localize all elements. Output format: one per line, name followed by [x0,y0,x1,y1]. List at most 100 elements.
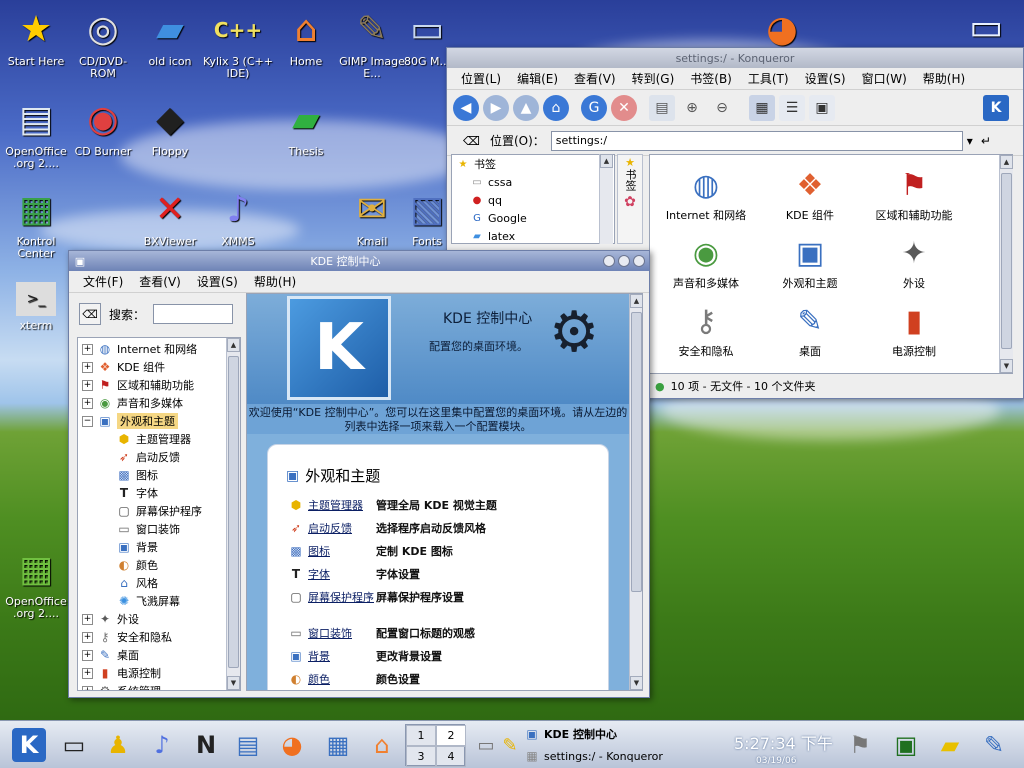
grid-item-regional[interactable]: ⚑ 区域和辅助功能 [858,165,970,222]
desktop-icon-floppy[interactable]: ◆ Floppy [134,98,206,158]
task-konqueror[interactable]: ▦ settings:/ - Konqueror [524,747,663,765]
scroll-thumb[interactable] [228,356,239,668]
tree-item-security[interactable]: + ⚷ 安全和隐私 [82,628,240,646]
bookmark-qq[interactable]: ● qq [452,191,614,209]
task-kcc[interactable]: ▣ KDE 控制中心 [524,725,617,743]
clear-search-icon[interactable]: ⌫ [79,303,101,325]
grid-item-peripherals[interactable]: ✦ 外设 [858,233,970,290]
desktop-icon-old-icon[interactable]: ▰ old icon [134,8,206,68]
scroll-down-icon[interactable]: ▼ [630,676,642,690]
print-icon[interactable]: ▤ [649,94,675,121]
kde-menu-button[interactable]: K [12,728,46,762]
grid-item-power[interactable]: ▮ 电源控制 [858,301,970,358]
grid-item-appearance[interactable]: ▣ 外观和主题 [754,233,866,290]
desktop-icon-openoffice-writer[interactable]: ▤ OpenOffice .org 2.... [0,98,72,170]
zoom-out-icon[interactable]: ⊖ [709,95,735,121]
preview-icon[interactable]: ▣ [809,94,835,121]
home-icon[interactable]: ⌂ [364,727,400,763]
bookmarks-header[interactable]: ★ 书签 [452,155,614,173]
module-link-colors[interactable]: 颜色 [308,671,376,687]
clear-location-icon[interactable]: ⌫ [463,134,480,148]
editor-launcher-icon[interactable]: ▤ [230,727,266,763]
tree-scrollbar[interactable]: ▲ ▼ [226,338,240,690]
tree-item-internet[interactable]: + ◍ Internet 和网络 [82,340,240,358]
up-icon[interactable]: ▲ [513,94,539,121]
module-link-background[interactable]: 背景 [308,648,376,664]
scroll-down-icon[interactable]: ▼ [1000,359,1013,373]
tree-item-splash[interactable]: ✺ 飞溅屏幕 [82,592,240,610]
desktop-icon-kylix[interactable]: C++ Kylix 3 (C++ IDE) [202,8,274,80]
kcc-window[interactable]: ▣ KDE 控制中心 文件(F) 查看(V) 设置(S) 帮助(H) ⌫ 搜索：… [68,250,650,698]
bookmarks-scrollbar[interactable]: ▲ [599,154,613,244]
terminal-launcher-icon[interactable]: ▭ [56,727,92,763]
home-button-icon[interactable]: ⌂ [543,94,569,121]
minimize-button[interactable] [603,255,615,267]
konq-menu-tools[interactable]: 工具(T) [740,70,797,87]
maximize-button[interactable] [618,255,630,267]
tray-app-icon[interactable]: ⚑ [842,727,878,763]
tree-item-background[interactable]: ▣ 背景 [82,538,240,556]
desktop-icon-home[interactable]: ⌂ Home [270,8,342,68]
control-center-launcher-icon[interactable]: ▦ [320,727,356,763]
pager-desktop-3[interactable]: 3 [406,746,436,767]
scroll-up-icon[interactable]: ▲ [630,294,642,308]
scroll-thumb[interactable] [631,312,642,592]
qq-launcher-icon[interactable]: ♟ [100,727,136,763]
tree-item-power[interactable]: + ▮ 电源控制 [82,664,240,682]
clock-time[interactable]: 5:27:34 下午 [734,730,833,754]
tree-item-window-decorations[interactable]: ▭ 窗口装饰 [82,520,240,538]
desktop-icon-start-here[interactable]: ★ Start Here [0,8,72,68]
module-link-fonts[interactable]: 字体 [308,566,376,582]
stop-icon[interactable]: ✕ [611,94,637,121]
bookmark-cssa[interactable]: ▭ cssa [452,173,614,191]
tree-item-regional[interactable]: + ⚑ 区域和辅助功能 [82,376,240,394]
tree-item-style[interactable]: ⌂ 风格 [82,574,240,592]
pager-desktop-1[interactable]: 1 [406,725,436,746]
content-scrollbar[interactable]: ▲ ▼ [629,294,642,690]
tree-item-icons[interactable]: ▩ 图标 [82,466,240,484]
konq-menu-view[interactable]: 查看(V) [566,70,624,87]
forward-icon[interactable]: ▶ [483,94,509,121]
grid-item-internet[interactable]: ◍ Internet 和网络 [650,165,762,222]
konq-menu-edit[interactable]: 编辑(E) [509,70,566,87]
module-tree[interactable]: + ◍ Internet 和网络 + ❖ KDE 组件 + ⚑ 区域和辅助功能 + ◉ 声音和多… [77,337,241,691]
desktop-icon-xmms[interactable]: ♪ XMMS [202,188,274,248]
module-link-theme-manager[interactable]: 主题管理器 [308,497,376,513]
tray-monitor-icon[interactable]: ▣ [888,727,924,763]
back-icon[interactable]: ◀ [453,94,479,121]
grid-item-security[interactable]: ⚷ 安全和隐私 [650,301,762,358]
desktop-icon-usb-drive[interactable]: ▭ 80G M... [404,8,450,68]
tree-item-fonts[interactable]: T 字体 [82,484,240,502]
tray-desktop-icon[interactable]: ✎ [976,727,1012,763]
module-link-launch-feedback[interactable]: 启动反馈 [308,520,376,536]
notes-launcher-icon[interactable]: N [188,727,224,763]
tree-item-colors[interactable]: ◐ 颜色 [82,556,240,574]
tree-item-launch-feedback[interactable]: ➶ 启动反馈 [82,448,240,466]
firefox-icon[interactable]: ◕ [274,727,310,763]
kcc-menu-help[interactable]: 帮助(H) [246,273,304,290]
pager-desktop-4[interactable]: 4 [436,746,466,767]
desktop-icon-cdrom[interactable]: ◎ CD/DVD-ROM [67,8,139,80]
zoom-in-icon[interactable]: ⊕ [679,95,705,121]
desktop-icon-bxviewer[interactable]: ✕ BXViewer [134,188,206,248]
tree-item-sound[interactable]: + ◉ 声音和多媒体 [82,394,240,412]
kcc-menu-settings[interactable]: 设置(S) [189,273,246,290]
music-note-icon[interactable]: ♪ [144,727,180,763]
close-button[interactable] [633,255,645,267]
tree-item-theme-manager[interactable]: ⬢ 主题管理器 [82,430,240,448]
kcc-app-icon[interactable]: ▣ [73,254,87,268]
desktop-icon-thesis[interactable]: ▰ Thesis [270,98,342,158]
desktop-icon-fonts[interactable]: ▧ Fonts [404,188,450,248]
clipboard-icon[interactable]: ✎ [492,727,528,763]
search-input[interactable] [153,304,234,324]
grid-item-desktop[interactable]: ✎ 桌面 [754,301,866,358]
konq-menu-location[interactable]: 位置(L) [453,70,509,87]
konq-menu-go[interactable]: 转到(G) [624,70,683,87]
go-icon[interactable]: ↵ [981,134,991,148]
desktop-icon-cd-burner[interactable]: ◉ CD Burner [67,98,139,158]
kcc-titlebar[interactable]: ▣ KDE 控制中心 [69,251,649,271]
pager-desktop-2[interactable]: 2 [436,725,466,746]
tree-item-appearance[interactable]: − ▣ 外观和主题 [82,412,240,430]
desktop-icon-openoffice-calc[interactable]: ▦ OpenOffice .org 2.... [0,548,72,620]
kcc-menu-view[interactable]: 查看(V) [131,273,189,290]
